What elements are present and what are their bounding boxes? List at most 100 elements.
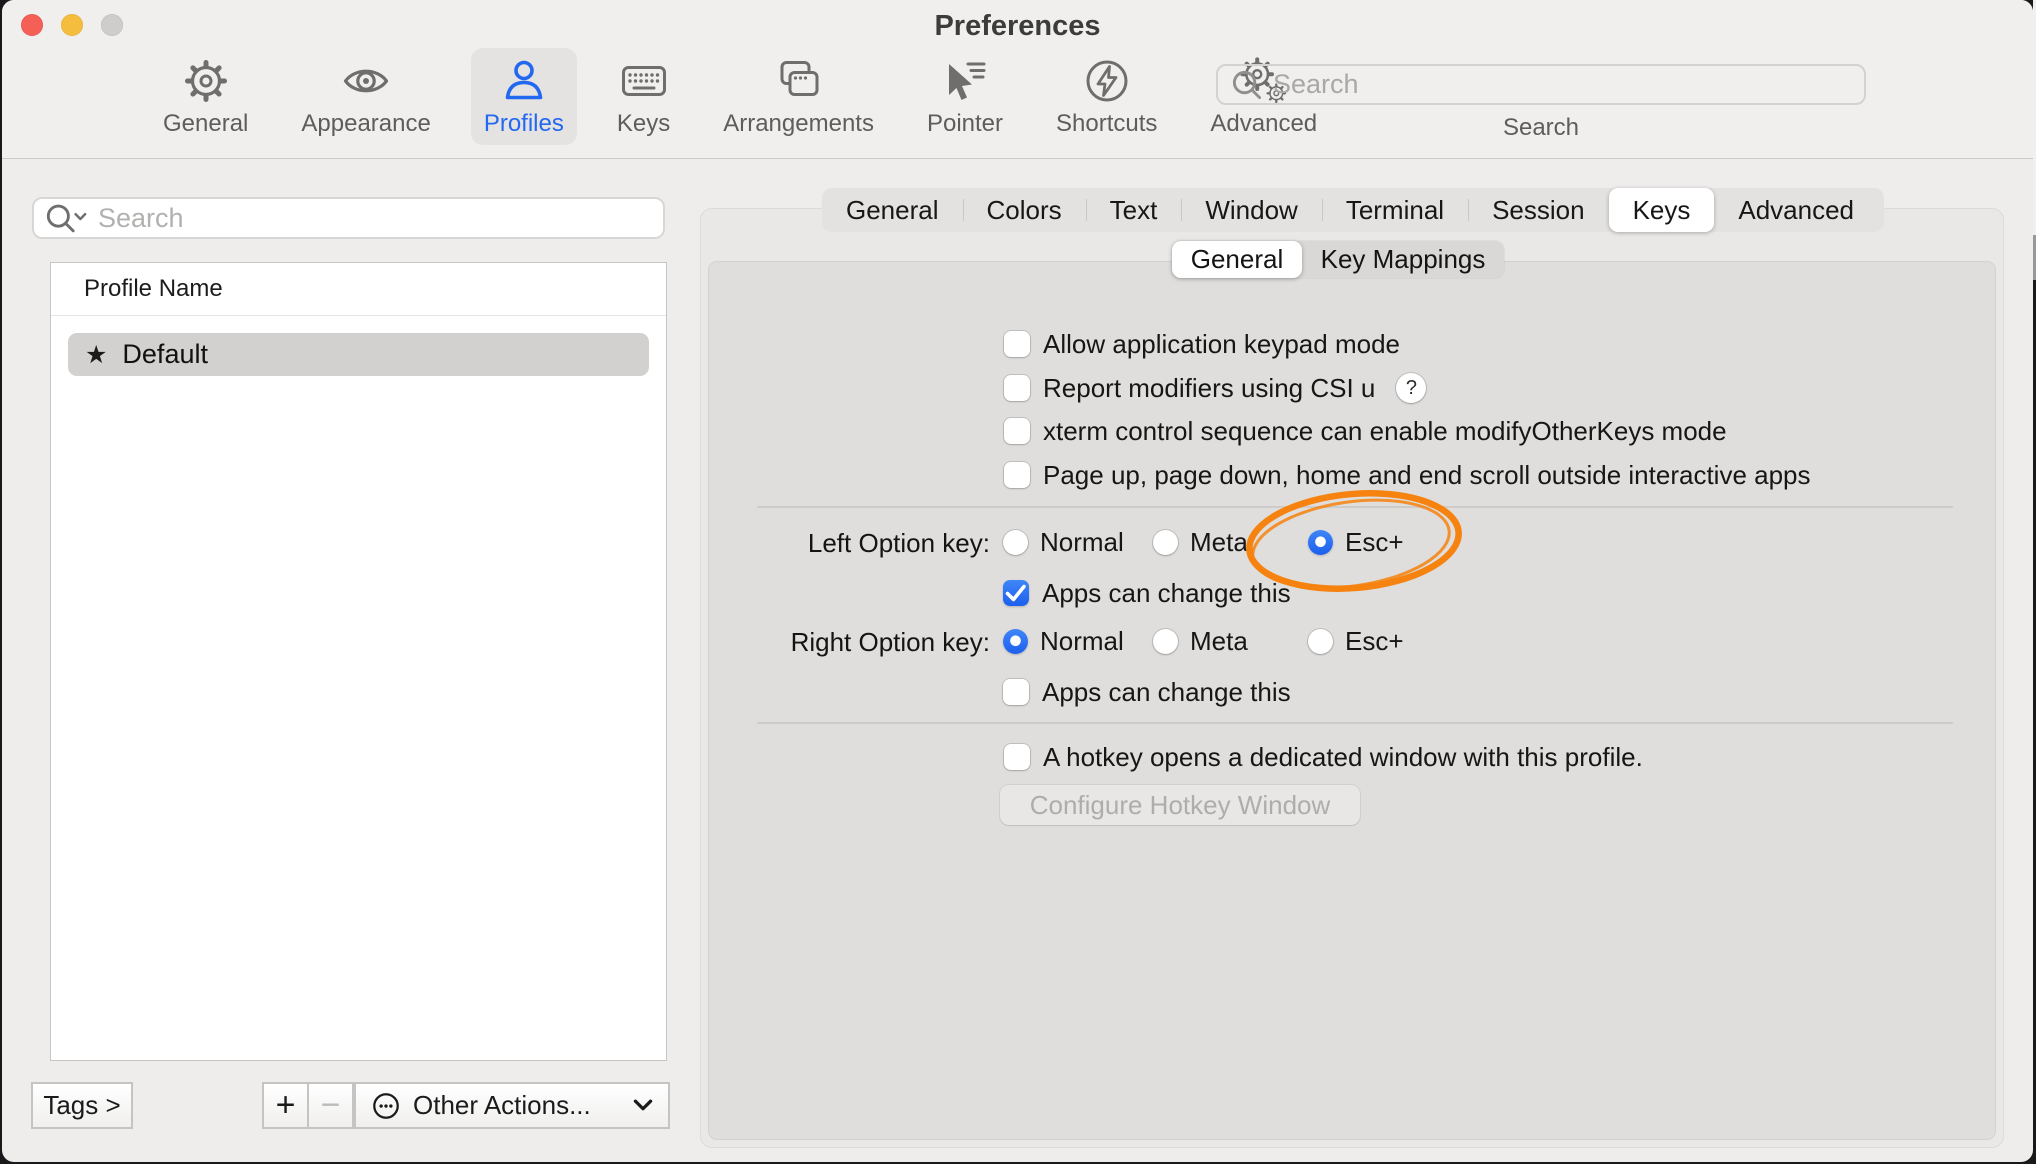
toolbar-search-input[interactable] bbox=[1273, 69, 1852, 100]
subtab-general[interactable]: General bbox=[1172, 241, 1302, 278]
left-option-key-label: Left Option key: bbox=[748, 528, 990, 559]
radio-label: Normal bbox=[1040, 527, 1124, 558]
right-option-normal: Normal bbox=[1003, 626, 1124, 656]
toolbar-item-appearance[interactable]: Appearance bbox=[288, 48, 443, 145]
toolbar-item-label: Pointer bbox=[927, 110, 1003, 138]
titlebar-toolbar: Preferences General Appearance Profiles … bbox=[2, 0, 2033, 159]
toolbar-item-label: General bbox=[163, 110, 248, 138]
checkbox-label: Page up, page down, home and end scroll … bbox=[1043, 460, 1811, 491]
preferences-window: Preferences General Appearance Profiles … bbox=[2, 0, 2033, 1162]
radio-meta[interactable] bbox=[1153, 629, 1178, 654]
checkbox-label: xterm control sequence can enable modify… bbox=[1043, 416, 1727, 447]
toolbar-search-field[interactable] bbox=[1216, 64, 1866, 105]
person-icon bbox=[500, 56, 548, 106]
radio-label: Meta bbox=[1190, 626, 1248, 657]
radio-normal-selected[interactable] bbox=[1003, 629, 1028, 654]
right-apps-can-change-checkbox[interactable] bbox=[1003, 679, 1029, 705]
help-button[interactable]: ? bbox=[1396, 373, 1426, 403]
radio-esc[interactable] bbox=[1308, 629, 1333, 654]
left-apps-can-change-checkbox[interactable] bbox=[1003, 580, 1029, 606]
radio-meta[interactable] bbox=[1153, 530, 1178, 555]
profile-search-field[interactable] bbox=[32, 197, 665, 239]
profile-name: Default bbox=[122, 339, 208, 370]
divider bbox=[757, 506, 1953, 508]
toolbar-item-profiles[interactable]: Profiles bbox=[471, 48, 577, 145]
tab-colors[interactable]: Colors bbox=[963, 188, 1086, 232]
screen: { "window": { "title": "Preferences" }, … bbox=[0, 0, 2036, 1164]
right-option-key-label: Right Option key: bbox=[748, 627, 990, 658]
right-option-meta: Meta bbox=[1153, 626, 1248, 656]
checkbox-row: Apps can change this bbox=[1003, 677, 1291, 707]
radio-label: Meta bbox=[1190, 527, 1248, 558]
toolbar-search-caption: Search bbox=[1216, 114, 1866, 142]
tab-text[interactable]: Text bbox=[1086, 188, 1182, 232]
tab-keys[interactable]: Keys bbox=[1609, 188, 1715, 232]
tab-advanced[interactable]: Advanced bbox=[1714, 188, 1878, 232]
profile-list-header: Profile Name bbox=[51, 263, 666, 316]
tab-session[interactable]: Session bbox=[1468, 188, 1609, 232]
subtab-key-mappings[interactable]: Key Mappings bbox=[1302, 241, 1504, 278]
checkbox-row: xterm control sequence can enable modify… bbox=[1004, 416, 1727, 446]
checkbox-label: Apps can change this bbox=[1042, 677, 1291, 708]
profile-search-input[interactable] bbox=[98, 203, 653, 234]
eye-icon bbox=[342, 56, 390, 106]
gear-icon bbox=[182, 56, 230, 106]
radio-label: Normal bbox=[1040, 626, 1124, 657]
divider bbox=[757, 722, 1953, 724]
checkbox-row: A hotkey opens a dedicated window with t… bbox=[1004, 742, 1643, 772]
left-option-normal: Normal bbox=[1003, 527, 1124, 557]
scoped-search-icon bbox=[44, 201, 88, 235]
toolbar-item-shortcuts[interactable]: Shortcuts bbox=[1043, 48, 1170, 145]
toolbar-item-label: Arrangements bbox=[723, 110, 874, 138]
hotkey-window-checkbox[interactable] bbox=[1004, 744, 1030, 770]
left-option-esc: Esc+ bbox=[1308, 527, 1404, 557]
other-actions-dropdown[interactable]: Other Actions... bbox=[354, 1082, 670, 1129]
toolbar-item-arrangements[interactable]: Arrangements bbox=[710, 48, 887, 145]
checkbox-row: Allow application keypad mode bbox=[1004, 329, 1400, 359]
keyboard-icon bbox=[620, 56, 668, 106]
search-icon bbox=[1230, 68, 1263, 101]
remove-profile-button[interactable]: − bbox=[307, 1082, 354, 1129]
profile-list: Profile Name ★ Default bbox=[50, 262, 667, 1061]
radio-normal[interactable] bbox=[1003, 530, 1028, 555]
checkbox-label: Apps can change this bbox=[1042, 578, 1291, 609]
other-actions-label: Other Actions... bbox=[413, 1090, 591, 1121]
checkbox-label: A hotkey opens a dedicated window with t… bbox=[1043, 742, 1643, 773]
toolbar-item-label: Appearance bbox=[301, 110, 430, 138]
toolbar-item-label: Profiles bbox=[484, 110, 564, 138]
tab-terminal[interactable]: Terminal bbox=[1322, 188, 1468, 232]
chevron-down-icon bbox=[633, 1099, 653, 1112]
default-star-icon: ★ bbox=[85, 340, 107, 370]
toolbar-item-pointer[interactable]: Pointer bbox=[914, 48, 1016, 145]
configure-hotkey-window-button[interactable]: Configure Hotkey Window bbox=[1000, 785, 1360, 825]
circled-ellipsis-icon bbox=[371, 1091, 401, 1121]
modify-other-keys-checkbox[interactable] bbox=[1004, 418, 1030, 444]
right-option-esc: Esc+ bbox=[1308, 626, 1404, 656]
profile-row-default[interactable]: ★ Default bbox=[68, 333, 649, 376]
radio-label: Esc+ bbox=[1345, 527, 1404, 558]
toolbar-item-general[interactable]: General bbox=[150, 48, 261, 145]
checkbox-row: Page up, page down, home and end scroll … bbox=[1004, 460, 1811, 490]
checkbox-label: Report modifiers using CSI u bbox=[1043, 373, 1375, 404]
window-title: Preferences bbox=[2, 10, 2033, 43]
csi-u-checkbox[interactable] bbox=[1004, 375, 1030, 401]
radio-esc-selected[interactable] bbox=[1308, 530, 1333, 555]
preferences-toolbar: General Appearance Profiles Keys Arrange… bbox=[150, 48, 1330, 145]
toolbar-item-keys[interactable]: Keys bbox=[604, 48, 683, 145]
left-option-meta: Meta bbox=[1153, 527, 1248, 557]
add-profile-button[interactable]: + bbox=[262, 1082, 309, 1129]
checkbox-label: Allow application keypad mode bbox=[1043, 329, 1400, 360]
tab-general[interactable]: General bbox=[822, 188, 963, 232]
allow-keypad-checkbox[interactable] bbox=[1004, 331, 1030, 357]
toolbar-item-label: Keys bbox=[617, 110, 670, 138]
tab-window[interactable]: Window bbox=[1181, 188, 1321, 232]
tags-button[interactable]: Tags > bbox=[31, 1082, 133, 1129]
page-scroll-checkbox[interactable] bbox=[1004, 462, 1030, 488]
checkbox-row: Apps can change this bbox=[1003, 578, 1291, 608]
bolt-icon bbox=[1083, 56, 1131, 106]
cursor-icon bbox=[941, 56, 989, 106]
keys-subtabs: General Key Mappings bbox=[1172, 241, 1504, 278]
toolbar-item-label: Shortcuts bbox=[1056, 110, 1157, 138]
windows-icon bbox=[775, 56, 823, 106]
checkbox-row: Report modifiers using CSI u ? bbox=[1004, 373, 1426, 403]
